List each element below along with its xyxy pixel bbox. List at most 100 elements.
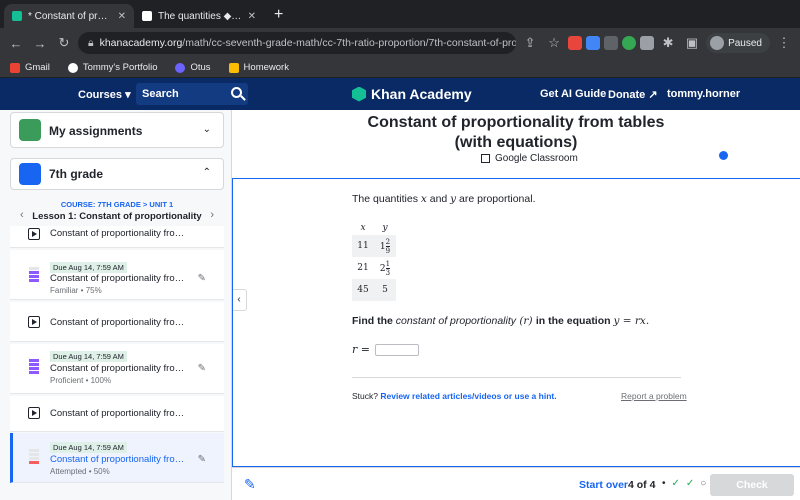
check-icon: ✓ <box>671 478 680 489</box>
extension-icon[interactable] <box>568 36 583 50</box>
due-badge: Due Aug 14, 7:59 AM <box>50 442 127 453</box>
bookmark-portfolio[interactable]: Tommy's Portfolio <box>67 62 157 73</box>
menu-icon[interactable]: ⋮ <box>774 35 794 51</box>
extension-icon[interactable] <box>604 36 619 50</box>
url-domain: khanacademy.org <box>99 37 183 49</box>
question-count: 4 of 4 <box>628 479 656 491</box>
video-icon <box>28 316 40 328</box>
back-icon[interactable]: ← <box>6 36 26 51</box>
data-table: xy 11 1 2 9 21 2 1 3 45 5 <box>352 221 396 301</box>
google-icon <box>67 62 78 73</box>
table-row: 11 1 2 9 <box>352 235 396 257</box>
my-assignments-card[interactable]: My assignments ⌄ <box>10 112 224 148</box>
star-icon[interactable]: ☆ <box>544 35 564 51</box>
breadcrumb[interactable]: COURSE: 7TH GRADE > UNIT 1 <box>10 200 224 209</box>
sidebar: My assignments ⌄ 7th grade ⌃ COURSE: 7TH… <box>0 110 232 500</box>
khan-logo[interactable]: Khan Academy <box>352 86 472 102</box>
due-badge: Due Aug 14, 7:59 AM <box>50 262 127 273</box>
browser-tab[interactable]: The quantities ◆ xx and ◆ yy ✕ <box>134 4 264 28</box>
get-ai-guide-link[interactable]: Get AI Guide <box>540 88 606 100</box>
hint-link[interactable]: Review related articles/videos or use a … <box>380 391 556 401</box>
reload-icon[interactable]: ↻ <box>54 35 74 51</box>
khan-favicon-icon <box>12 11 22 21</box>
book-icon <box>19 163 41 185</box>
exercise-icon: ✎ <box>197 363 206 374</box>
list-item-selected[interactable]: Due Aug 14, 7:59 AM Constant of proporti… <box>10 433 224 483</box>
answer-input[interactable] <box>374 343 419 356</box>
courses-menu[interactable]: Courses ▾ <box>78 88 131 101</box>
exercise-footer: ✎ Start over 4 of 4 • ✓ ✓ ○ Check <box>232 467 800 500</box>
exercise-icon: ✎ <box>197 273 206 284</box>
scratchpad-icon[interactable]: ✎ <box>244 476 256 493</box>
list-item[interactable]: Constant of proportionality from ta... <box>10 302 224 342</box>
mastery-icon <box>29 449 39 465</box>
notification-dot <box>719 151 728 160</box>
khan-logo-icon <box>352 86 366 102</box>
gmail-icon <box>10 62 20 73</box>
mastery-icon <box>29 359 39 375</box>
address-bar-row: ← → ↻ 🔒︎ khanacademy.org/math/cc-seventh… <box>0 28 800 58</box>
circle-icon: ○ <box>700 478 707 489</box>
url-field[interactable]: 🔒︎ khanacademy.org/math/cc-seventh-grade… <box>78 32 517 54</box>
page-title: Constant of proportionality from tables … <box>367 114 665 151</box>
share-icon <box>481 154 490 163</box>
list-item[interactable]: Due Aug 14, 7:59 AM Constant of proporti… <box>10 344 224 394</box>
video-icon <box>28 407 40 419</box>
search-input[interactable]: Search <box>136 83 248 105</box>
mastery-icon <box>29 267 39 283</box>
due-badge: Due Aug 14, 7:59 AM <box>50 351 127 362</box>
favicon-icon <box>142 11 152 21</box>
exercise-icon: ✎ <box>197 454 206 465</box>
bookmark-otus[interactable]: Otus <box>175 62 211 73</box>
search-icon <box>231 87 242 98</box>
start-over-button[interactable]: Start over <box>579 479 628 491</box>
forward-icon[interactable]: → <box>30 36 50 51</box>
list-item[interactable]: Due Aug 14, 7:59 AM Constant of proporti… <box>10 250 224 300</box>
report-problem-link[interactable]: Report a problem <box>621 391 687 401</box>
list-item[interactable]: Constant of proportionality from eq... <box>10 226 224 248</box>
bookmarks-bar: Gmail Tommy's Portfolio Otus Homework <box>0 58 800 78</box>
question-prompt: Find the constant of proportionality (r)… <box>352 315 650 327</box>
profile-button[interactable]: Paused <box>706 33 770 53</box>
avatar <box>710 36 725 50</box>
check-icon: ✓ <box>685 478 695 489</box>
progress-indicator: • ✓ ✓ ○ <box>662 478 706 489</box>
table-row: 21 2 1 3 <box>357 259 391 277</box>
bookmark-homework[interactable]: Homework <box>228 62 289 73</box>
url-path: /math/cc-seventh-grade-math/cc-7th-ratio… <box>182 37 517 49</box>
sidebar-icon[interactable]: ▣ <box>682 35 702 51</box>
bookmark-gmail[interactable]: Gmail <box>10 62 50 73</box>
share-icon[interactable]: ⇪ <box>520 35 540 51</box>
prev-lesson-icon[interactable]: ‹ <box>20 209 24 221</box>
user-menu[interactable]: tommy.horner <box>667 88 740 100</box>
drive-icon <box>228 62 239 73</box>
puzzle-icon[interactable]: ✱ <box>658 35 678 51</box>
lesson-header: COURSE: 7TH GRADE > UNIT 1 Lesson 1: Con… <box>10 196 224 228</box>
answer-row: r = <box>352 343 419 356</box>
extension-icon[interactable] <box>640 36 655 50</box>
google-classroom-button[interactable]: Google Classroom <box>481 153 578 164</box>
next-lesson-icon[interactable]: › <box>210 209 214 221</box>
otus-icon <box>175 62 186 73</box>
donate-link[interactable]: Donate ↗ <box>608 88 658 101</box>
tab-title: The quantities ◆ xx and ◆ yy <box>158 10 242 22</box>
new-tab-button[interactable]: + <box>264 4 293 28</box>
close-icon[interactable]: ✕ <box>248 11 256 22</box>
chevron-down-icon: ⌄ <box>202 124 211 135</box>
extension-icon[interactable] <box>622 36 637 50</box>
divider <box>352 377 681 378</box>
lesson-title: Lesson 1: Constant of proportionality <box>32 211 202 222</box>
extension-icon[interactable] <box>586 36 601 50</box>
grade-card[interactable]: 7th grade ⌃ <box>10 158 224 190</box>
video-icon <box>28 228 40 240</box>
tab-bar: * Constant of proportionality fr ✕ The q… <box>0 0 800 28</box>
chevron-up-icon: ⌃ <box>202 167 211 178</box>
table-row: 45 5 <box>352 279 396 301</box>
dot-icon: • <box>662 478 666 489</box>
browser-tab-active[interactable]: * Constant of proportionality fr ✕ <box>4 4 134 28</box>
close-icon[interactable]: ✕ <box>118 11 126 22</box>
assignments-icon <box>19 119 41 141</box>
check-button[interactable]: Check <box>710 474 794 496</box>
problem-statement: The quantities x and y are proportional. <box>352 193 536 205</box>
list-item[interactable]: Constant of proportionality from ta... <box>10 396 224 432</box>
